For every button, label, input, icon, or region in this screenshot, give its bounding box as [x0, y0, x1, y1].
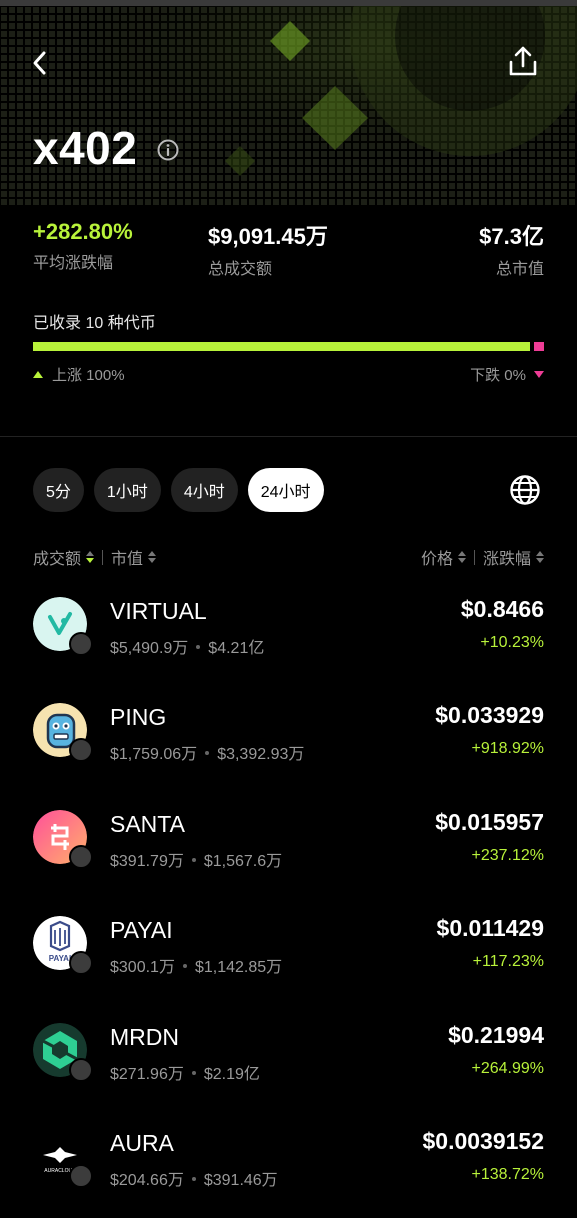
token-volume-mcap: $1,759.06万 $3,392.93万: [110, 740, 304, 764]
token-name: VIRTUAL: [110, 598, 207, 624]
token-price: $0.011429: [436, 915, 544, 941]
market-cap-stat: $7.3亿 总市值: [479, 219, 544, 279]
globe-icon[interactable]: [508, 473, 542, 507]
token-name: PAYAI: [110, 917, 173, 943]
volume-label: 总成交额: [208, 261, 273, 278]
token-row[interactable]: PAYAI PAYAI $300.1万 $1,142.85万 $0.011429 …: [0, 899, 577, 1005]
chain-badge-icon: [69, 1058, 93, 1082]
up-ratio-text: 上涨 100%: [52, 367, 125, 384]
token-change: +918.92%: [471, 740, 544, 757]
token-volume-mcap: $271.96万 $2.19亿: [110, 1060, 260, 1084]
token-volume-mcap: $391.79万 $1,567.6万: [110, 847, 282, 871]
down-bar-fill: [534, 342, 544, 351]
token-mcap: $2.19亿: [203, 1066, 260, 1083]
timeframe-tabs: 5分 1小时 4小时 24小时: [33, 468, 324, 512]
token-volume: $1,759.06万: [110, 746, 198, 763]
sort-market-cap-arrows-icon[interactable]: [148, 551, 157, 563]
sort-market-cap[interactable]: 市值: [111, 545, 143, 569]
token-name: MRDN: [110, 1024, 179, 1050]
sort-left-group: 成交额 市值: [33, 545, 157, 569]
chain-badge-icon: [69, 951, 93, 975]
token-count-text: 已收录 10 种代币: [33, 315, 156, 332]
token-mcap: $391.46万: [203, 1172, 278, 1189]
sort-separator: [473, 549, 475, 565]
avg-change-value: +282.80%: [33, 219, 133, 244]
dot-separator: [191, 1071, 196, 1075]
sort-price-arrows-icon[interactable]: [457, 551, 466, 563]
chain-badge-icon: [69, 632, 93, 656]
token-price: $0.033929: [435, 702, 544, 728]
up-ratio: 上涨 100%: [33, 364, 125, 385]
token-volume: $300.1万: [110, 959, 175, 976]
down-ratio: 下跌 0%: [470, 364, 544, 385]
share-icon[interactable]: [506, 44, 540, 80]
token-row[interactable]: VIRTUAL $5,490.9万 $4.21亿 $0.8466 +10.23%: [0, 580, 577, 686]
token-volume: $391.79万: [110, 853, 184, 870]
token-mcap: $3,392.93万: [217, 746, 305, 763]
token-row[interactable]: PING $1,759.06万 $3,392.93万 $0.033929 +918…: [0, 686, 577, 792]
token-change: +264.99%: [471, 1060, 544, 1077]
up-down-bar: [33, 342, 544, 351]
dot-separator: [191, 1177, 196, 1181]
token-price: $0.8466: [460, 596, 544, 622]
tab-5m[interactable]: 5分: [33, 468, 84, 512]
volume-stat: $9,091.45万 总成交额: [208, 219, 328, 279]
token-mcap: $4.21亿: [208, 640, 265, 657]
token-change: +10.23%: [480, 634, 544, 651]
page-title: x402: [33, 122, 138, 174]
token-name: PING: [110, 704, 167, 730]
token-price: $0.015957: [435, 809, 544, 835]
hero-art: [0, 6, 577, 206]
info-icon[interactable]: [156, 138, 180, 162]
token-price: $0.21994: [448, 1022, 544, 1048]
market-cap-value: $7.3亿: [479, 224, 544, 249]
token-row[interactable]: SANTA $391.79万 $1,567.6万 $0.015957 +237.1…: [0, 793, 577, 899]
market-cap-label: 总市值: [495, 261, 544, 278]
token-change: +237.12%: [471, 847, 544, 864]
token-name: SANTA: [110, 811, 185, 837]
token-change: +138.72%: [471, 1166, 544, 1183]
sort-separator: [102, 549, 104, 565]
sort-price[interactable]: 价格: [421, 545, 453, 569]
dot-separator: [182, 964, 187, 968]
sort-change-arrows-icon[interactable]: [536, 551, 544, 563]
up-triangle-icon: [33, 371, 43, 378]
section-divider: [0, 436, 577, 437]
sort-volume[interactable]: 成交额: [33, 545, 81, 569]
dot-separator: [205, 751, 210, 755]
token-volume: $271.96万: [110, 1066, 184, 1083]
volume-value: $9,091.45万: [208, 224, 328, 249]
dot-separator: [191, 858, 196, 862]
down-ratio-text: 下跌 0%: [470, 367, 526, 384]
sort-right-group: 价格 涨跌幅: [421, 545, 544, 569]
down-triangle-icon: [534, 371, 544, 378]
tab-1h[interactable]: 1小时: [93, 468, 161, 512]
hero-banner: [0, 6, 577, 206]
token-mcap: $1,567.6万: [203, 853, 283, 870]
tab-4h[interactable]: 4小时: [170, 468, 238, 512]
token-price: $0.0039152: [422, 1128, 544, 1154]
tab-24h[interactable]: 24小时: [247, 468, 324, 512]
chain-badge-icon: [69, 1164, 93, 1188]
token-volume-mcap: $204.66万 $391.46万: [110, 1166, 278, 1190]
sort-change[interactable]: 涨跌幅: [483, 545, 531, 569]
token-volume-mcap: $300.1万 $1,142.85万: [110, 953, 282, 977]
token-change: +117.23%: [472, 953, 544, 970]
chain-badge-icon: [69, 845, 93, 869]
token-mcap: $1,142.85万: [194, 959, 283, 976]
chain-badge-icon: [69, 738, 93, 762]
token-name: AURA: [110, 1130, 174, 1156]
token-row[interactable]: MRDN $271.96万 $2.19亿 $0.21994 +264.99%: [0, 1006, 577, 1112]
dot-separator: [196, 645, 201, 649]
sort-volume-arrows-icon[interactable]: [86, 551, 95, 563]
token-volume: $5,490.9万: [110, 640, 189, 657]
avg-change-label: 平均涨跌幅: [33, 255, 114, 272]
up-bar-fill: [33, 342, 530, 351]
svg-text:PAYAI: PAYAI: [49, 954, 71, 963]
token-volume: $204.66万: [110, 1172, 184, 1189]
token-row[interactable]: AURACLOUD AURA $204.66万 $391.46万 $0.00391…: [0, 1112, 577, 1218]
avg-change-stat: +282.80% 平均涨跌幅: [33, 219, 133, 273]
token-volume-mcap: $5,490.9万 $4.21亿: [110, 634, 264, 658]
back-icon[interactable]: [26, 46, 56, 80]
